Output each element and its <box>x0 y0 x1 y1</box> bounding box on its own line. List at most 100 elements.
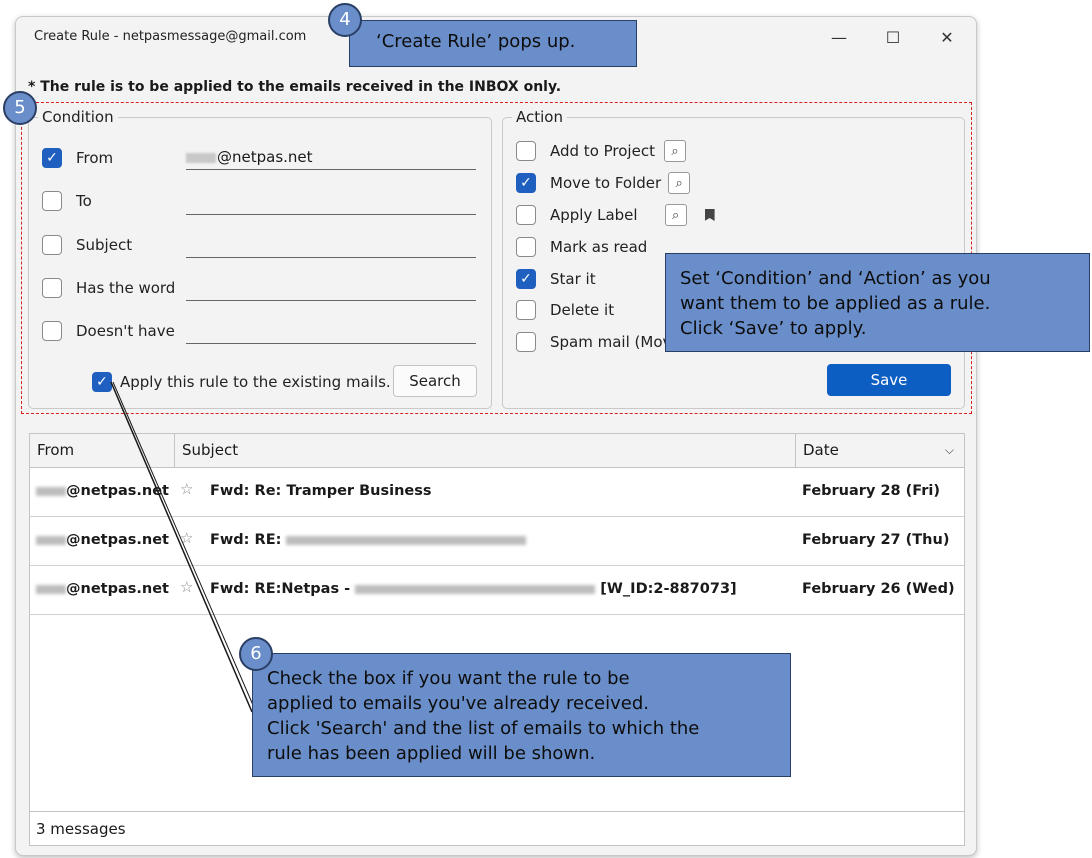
row-from: @netpas.net <box>36 581 169 597</box>
add-project-checkbox[interactable] <box>516 141 536 161</box>
to-field[interactable] <box>186 190 476 215</box>
action-star-row: ✓ Star it <box>516 266 596 292</box>
callout-6-line: rule has been applied will be shown. <box>267 743 596 764</box>
delete-label: Delete it <box>550 301 615 319</box>
has-word-label: Has the word <box>76 279 176 297</box>
apply-existing-row: ✓ Apply this rule to the existing mails. <box>92 369 391 395</box>
column-date-label: Date <box>803 441 839 459</box>
row-subject-text: Fwd: RE: <box>210 532 282 548</box>
condition-subject-row: Subject <box>42 232 132 258</box>
condition-from-row: ✓ From <box>42 145 113 171</box>
doesnt-have-checkbox[interactable] <box>42 321 62 341</box>
callout-4: ‘Create Rule’ pops up. <box>349 20 637 67</box>
apply-existing-checkbox[interactable]: ✓ <box>92 372 112 392</box>
row-date: February 28 (Fri) <box>802 483 941 499</box>
action-apply-label-row: Apply Label ⌕ <box>516 202 715 228</box>
maximize-button[interactable]: ☐ <box>870 23 916 51</box>
action-mark-read-row: Mark as read <box>516 234 647 260</box>
row-date: February 26 (Wed) <box>802 581 955 597</box>
delete-checkbox[interactable] <box>516 300 536 320</box>
action-add-project-row: Add to Project ⌕ <box>516 138 686 164</box>
label-search-icon[interactable]: ⌕ <box>664 204 687 226</box>
subject-checkbox[interactable] <box>42 235 62 255</box>
has-word-field[interactable] <box>186 276 476 301</box>
move-folder-label: Move to Folder <box>550 174 662 192</box>
table-row[interactable]: @netpas.net ☆ Fwd: RE:Netpas - [W_ID:2-8… <box>30 566 964 615</box>
action-legend: Action <box>512 108 567 126</box>
callout-5: Set ‘Condition’ and ‘Action’ as you want… <box>665 253 1090 352</box>
callout-5-line: Set ‘Condition’ and ‘Action’ as you <box>680 268 991 289</box>
callout-6-line: Click 'Search' and the list of emails to… <box>267 718 700 739</box>
save-button[interactable]: Save <box>827 364 951 396</box>
apply-label-label: Apply Label <box>550 206 638 224</box>
bookmark-icon[interactable] <box>704 209 715 221</box>
minimize-button[interactable]: — <box>816 23 862 51</box>
row-subject-suffix: [W_ID:2-887073] <box>600 581 737 597</box>
row-subject: Fwd: RE: <box>210 532 527 548</box>
row-from-text: @netpas.net <box>66 483 169 499</box>
spam-label: Spam mail (Mov <box>550 333 672 351</box>
column-subject[interactable]: Subject <box>175 434 796 467</box>
action-move-folder-row: ✓ Move to Folder ⌕ <box>516 170 691 196</box>
close-button[interactable]: ✕ <box>924 23 970 51</box>
table-row[interactable]: @netpas.net ☆ Fwd: RE: February 27 (Thu) <box>30 517 964 566</box>
mark-read-label: Mark as read <box>550 238 648 256</box>
callout-5-line: Click ‘Save’ to apply. <box>680 318 867 339</box>
row-subject: Fwd: RE:Netpas - [W_ID:2-887073] <box>210 581 737 597</box>
add-project-label: Add to Project <box>550 142 655 160</box>
apply-existing-label: Apply this rule to the existing mails. <box>120 373 391 391</box>
has-word-checkbox[interactable] <box>42 278 62 298</box>
list-header: From Subject Date ⌵ <box>30 434 964 468</box>
action-delete-row: Delete it <box>516 297 614 323</box>
condition-legend: Condition <box>38 108 118 126</box>
star-checkbox[interactable]: ✓ <box>516 269 536 289</box>
from-label: From <box>76 149 114 167</box>
subject-field[interactable] <box>186 233 476 258</box>
search-button[interactable]: Search <box>393 365 477 397</box>
star-icon[interactable]: ☆ <box>180 529 193 547</box>
from-checkbox[interactable]: ✓ <box>42 148 62 168</box>
condition-doesnt-have-row: Doesn't have <box>42 318 175 344</box>
to-label: To <box>76 192 92 210</box>
row-from: @netpas.net <box>36 483 169 499</box>
from-value: @netpas.net <box>217 148 313 166</box>
move-folder-checkbox[interactable]: ✓ <box>516 173 536 193</box>
callout-4-badge: 4 <box>328 3 362 37</box>
row-from-text: @netpas.net <box>66 532 169 548</box>
star-icon[interactable]: ☆ <box>180 578 193 596</box>
doesnt-have-field[interactable] <box>186 319 476 344</box>
callout-6-line: Check the box if you want the rule to be <box>267 668 630 689</box>
redacted-text <box>355 584 596 594</box>
message-list: From Subject Date ⌵ @netpas.net ☆ Fwd: R… <box>29 433 965 846</box>
callout-6-badge: 6 <box>239 637 273 671</box>
column-date[interactable]: Date ⌵ <box>796 434 964 467</box>
to-checkbox[interactable] <box>42 191 62 211</box>
callout-5-line: want them to be applied as a rule. <box>680 293 991 314</box>
doesnt-have-label: Doesn't have <box>76 322 175 340</box>
table-row[interactable]: @netpas.net ☆ Fwd: Re: Tramper Business … <box>30 468 964 517</box>
row-subject-text: Fwd: RE:Netpas - <box>210 581 351 597</box>
condition-has-word-row: Has the word <box>42 275 175 301</box>
row-subject: Fwd: Re: Tramper Business <box>210 483 432 499</box>
callout-5-badge: 5 <box>3 91 37 125</box>
chevron-down-icon[interactable]: ⌵ <box>945 434 954 467</box>
from-field[interactable]: @netpas.net <box>186 145 476 170</box>
callout-4-text: ‘Create Rule’ pops up. <box>376 31 576 52</box>
project-search-icon[interactable]: ⌕ <box>663 140 686 162</box>
star-icon[interactable]: ☆ <box>180 480 193 498</box>
condition-to-row: To <box>42 188 92 214</box>
row-from-text: @netpas.net <box>66 581 169 597</box>
callout-6-line: applied to emails you've already receive… <box>267 693 649 714</box>
action-spam-row: Spam mail (Mov <box>516 329 671 355</box>
message-count: 3 messages <box>30 811 964 845</box>
row-from: @netpas.net <box>36 532 169 548</box>
mark-read-checkbox[interactable] <box>516 237 536 257</box>
spam-checkbox[interactable] <box>516 332 536 352</box>
star-label: Star it <box>550 270 596 288</box>
column-from[interactable]: From <box>30 434 175 467</box>
folder-search-icon[interactable]: ⌕ <box>668 172 691 194</box>
condition-panel: Condition ✓ From @netpas.net To Subject … <box>28 108 492 409</box>
redacted-text <box>286 535 527 545</box>
apply-label-checkbox[interactable] <box>516 205 536 225</box>
row-subject-text: Fwd: Re: Tramper Business <box>210 483 432 499</box>
